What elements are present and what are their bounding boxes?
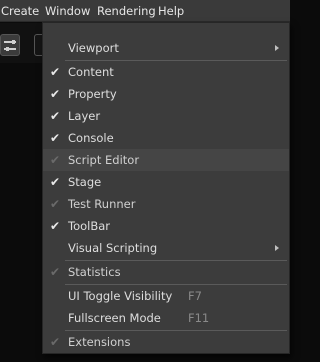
menu-rendering[interactable]: Rendering — [97, 3, 156, 19]
menu-item-label: Property — [68, 87, 117, 101]
menu-item-label: ToolBar — [68, 219, 111, 233]
menu-item-console[interactable]: ✔ Console — [43, 127, 289, 149]
menu-item-layer[interactable]: ✔ Layer — [43, 105, 289, 127]
shortcut-label: F11 — [188, 311, 210, 325]
menu-item-toolbar[interactable]: ✔ ToolBar — [43, 215, 289, 237]
menu-item-label: Test Runner — [68, 197, 136, 211]
checkmark-icon: ✔ — [49, 109, 61, 123]
menu-item-label: Extensions — [68, 335, 131, 349]
menu-item-ui-toggle-visibility[interactable]: UI Toggle Visibility F7 — [43, 285, 289, 307]
menu-item-label: Content — [68, 65, 114, 79]
checkmark-icon: ✔ — [49, 87, 61, 101]
chevron-right-icon — [275, 245, 279, 251]
menu-item-content[interactable]: ✔ Content — [43, 61, 289, 83]
menu-item-fullscreen-mode[interactable]: Fullscreen Mode F11 — [43, 307, 289, 329]
menu-item-script-editor[interactable]: ✔ Script Editor — [43, 149, 289, 171]
menu-item-label: Script Editor — [68, 153, 140, 167]
checkmark-icon: ✔ — [49, 65, 61, 79]
checkmark-icon: ✔ — [49, 335, 61, 349]
chevron-right-icon — [275, 45, 279, 51]
window-menu-dropdown: Viewport ✔ Content ✔ Property ✔ Layer ✔ … — [42, 22, 290, 354]
menu-item-label: Visual Scripting — [68, 241, 158, 255]
menu-item-property[interactable]: ✔ Property — [43, 83, 289, 105]
menu-window[interactable]: Window — [45, 3, 90, 19]
menu-item-label: Viewport — [68, 41, 119, 55]
menu-item-statistics[interactable]: ✔ Statistics — [43, 261, 289, 283]
menu-item-label: Fullscreen Mode — [68, 311, 161, 325]
menu-item-visual-scripting[interactable]: Visual Scripting — [43, 237, 289, 259]
shortcut-label: F7 — [188, 289, 202, 303]
checkmark-icon: ✔ — [49, 219, 61, 233]
menu-item-viewport[interactable]: Viewport — [43, 37, 289, 59]
menu-item-label: Layer — [68, 109, 101, 123]
menu-item-label: Stage — [68, 175, 102, 189]
menu-bar: Create Window Rendering Help — [0, 0, 290, 22]
menu-item-test-runner[interactable]: ✔ Test Runner — [43, 193, 289, 215]
menu-item-label: Console — [68, 131, 114, 145]
menu-item-label: Statistics — [68, 265, 121, 279]
checkmark-icon: ✔ — [49, 265, 61, 279]
menu-item-stage[interactable]: ✔ Stage — [43, 171, 289, 193]
menu-item-extensions[interactable]: ✔ Extensions — [43, 331, 289, 353]
checkmark-icon: ✔ — [49, 175, 61, 189]
checkmark-icon: ✔ — [49, 131, 61, 145]
checkmark-icon: ✔ — [49, 153, 61, 167]
menu-help[interactable]: Help — [158, 3, 184, 19]
menu-item-label: UI Toggle Visibility — [68, 289, 173, 303]
menu-create[interactable]: Create — [1, 3, 39, 19]
checkmark-icon: ✔ — [49, 197, 61, 211]
settings-sliders-button[interactable] — [0, 34, 20, 56]
